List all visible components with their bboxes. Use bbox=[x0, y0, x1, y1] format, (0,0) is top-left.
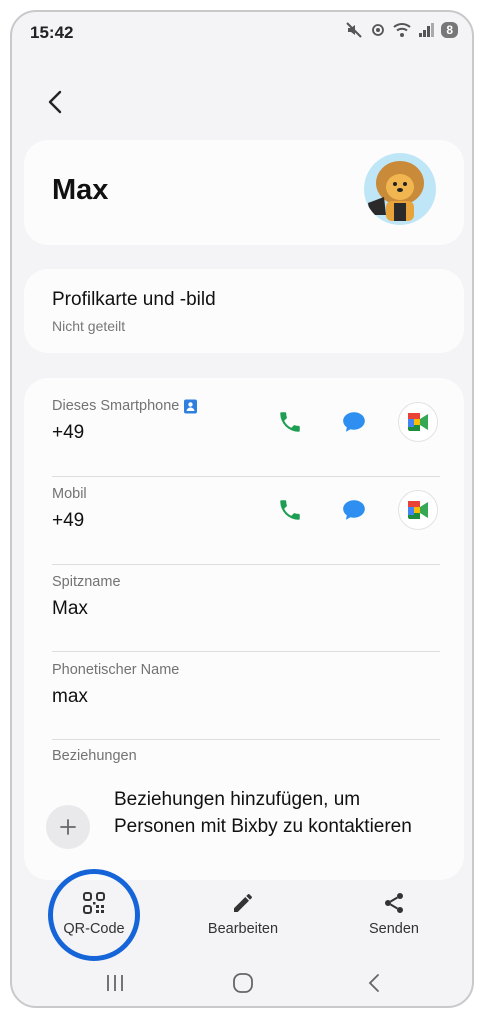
divider bbox=[52, 739, 440, 740]
battery-indicator: 8 bbox=[441, 22, 458, 38]
status-time: 15:42 bbox=[30, 23, 74, 42]
back-nav-button[interactable] bbox=[364, 972, 386, 999]
qr-code-button[interactable]: QR-Code bbox=[34, 891, 154, 937]
phone-actions bbox=[270, 490, 438, 530]
mute-icon bbox=[346, 22, 363, 38]
meet-icon bbox=[398, 490, 438, 530]
contact-name: Max bbox=[52, 174, 109, 206]
call-button[interactable] bbox=[270, 490, 310, 530]
recent-apps-button[interactable] bbox=[104, 972, 126, 999]
add-relation-button[interactable] bbox=[46, 805, 90, 849]
divider bbox=[52, 476, 440, 477]
nickname-value: Max bbox=[52, 598, 88, 619]
message-button[interactable] bbox=[334, 490, 374, 530]
profile-card-section[interactable]: Profilkarte und -bild Nicht geteilt bbox=[24, 269, 464, 353]
send-button[interactable]: Senden bbox=[334, 891, 454, 937]
call-button[interactable] bbox=[270, 402, 310, 442]
wifi-icon bbox=[393, 23, 411, 37]
edit-button[interactable]: Bearbeiten bbox=[183, 891, 303, 937]
divider bbox=[52, 651, 440, 652]
recent-apps-icon bbox=[107, 975, 123, 991]
plus-icon bbox=[60, 819, 76, 835]
nickname-row[interactable]: Spitzname Max bbox=[52, 574, 440, 620]
message-icon bbox=[343, 500, 365, 520]
meet-icon bbox=[398, 402, 438, 442]
nickname-label: Spitzname bbox=[52, 574, 121, 590]
bottom-action-bar: QR-Code Bearbeiten Senden bbox=[12, 869, 472, 961]
contact-card-icon bbox=[184, 399, 198, 413]
contact-details-card: Dieses Smartphone +49 Mobil +49 Spitznam… bbox=[24, 378, 464, 880]
message-button[interactable] bbox=[334, 402, 374, 442]
qr-code-icon bbox=[83, 892, 105, 914]
back-icon[interactable] bbox=[42, 88, 70, 116]
relations-label: Beziehungen bbox=[52, 748, 137, 764]
phone-screen: 15:42 8 Max Profilkarte und -bild Nicht … bbox=[10, 10, 474, 1008]
qr-code-label: QR-Code bbox=[63, 921, 125, 937]
phone-icon bbox=[280, 500, 300, 520]
phone-actions bbox=[270, 402, 438, 442]
share-icon bbox=[385, 893, 403, 913]
phone-icon bbox=[280, 412, 300, 432]
divider bbox=[52, 564, 440, 565]
phonetic-name-label: Phonetischer Name bbox=[52, 662, 180, 678]
message-icon bbox=[343, 412, 365, 432]
signal-icon bbox=[419, 23, 435, 37]
status-icons: 8 bbox=[345, 21, 458, 39]
back-nav-icon bbox=[368, 974, 379, 992]
profile-card-title: Profilkarte und -bild bbox=[52, 289, 216, 310]
add-relation-text[interactable]: Beziehungen hinzufügen, um Personen mit … bbox=[114, 786, 414, 840]
relations-header: Beziehungen bbox=[52, 748, 440, 764]
hotspot-icon bbox=[372, 24, 385, 36]
avatar[interactable] bbox=[364, 153, 436, 225]
phonetic-name-row[interactable]: Phonetischer Name max bbox=[52, 662, 440, 708]
contact-header-card: Max bbox=[24, 140, 464, 245]
pencil-icon bbox=[234, 894, 252, 912]
send-label: Senden bbox=[369, 921, 419, 937]
home-icon bbox=[233, 973, 253, 993]
video-call-button[interactable] bbox=[398, 402, 438, 442]
system-navigation-bar bbox=[12, 964, 472, 1004]
dog-avatar-icon bbox=[368, 161, 424, 221]
profile-card-status: Nicht geteilt bbox=[52, 318, 126, 334]
video-call-button[interactable] bbox=[398, 490, 438, 530]
home-button[interactable] bbox=[232, 972, 254, 999]
phonetic-name-value: max bbox=[52, 686, 88, 707]
status-bar: 15:42 8 bbox=[12, 12, 472, 52]
edit-label: Bearbeiten bbox=[207, 921, 279, 937]
